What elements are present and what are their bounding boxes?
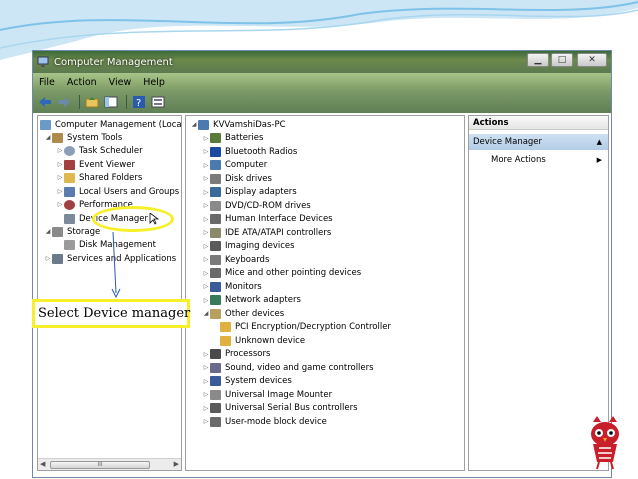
annotation-arrow (111, 231, 121, 299)
slide: Computer Management ▁ □ ✕ File Action Vi… (0, 0, 638, 479)
owl-logo-icon (591, 416, 619, 470)
annotation-callout: Select Device manager (32, 299, 190, 328)
device-manager-highlight (92, 206, 174, 232)
